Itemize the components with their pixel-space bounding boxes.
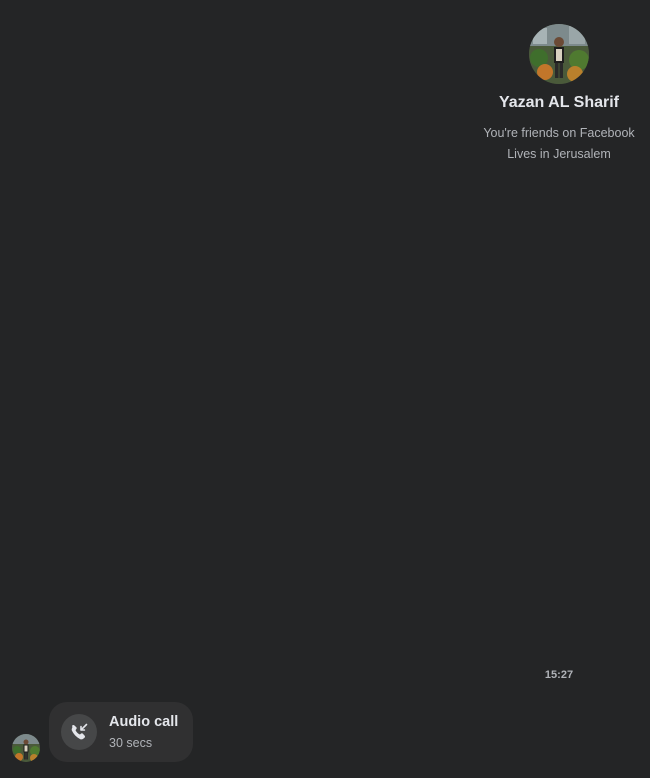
incoming-call-icon [61, 714, 97, 750]
contact-name[interactable]: Yazan AL Sharif [469, 92, 649, 114]
sender-avatar[interactable] [12, 734, 40, 762]
chat-window: Yazan AL Sharif You're friends on Facebo… [0, 0, 650, 778]
call-duration: 30 secs [109, 736, 153, 750]
profile-avatar[interactable] [529, 24, 589, 84]
call-title: Audio call [109, 714, 179, 730]
friendship-status: You're friends on Facebook [483, 126, 635, 140]
message-timestamp: 15:27 [544, 669, 574, 681]
contact-profile-header: Yazan AL Sharif You're friends on Facebo… [469, 24, 649, 165]
audio-call-message[interactable]: Audio call 30 secs [49, 702, 193, 762]
contact-location: Lives in Jerusalem [507, 147, 611, 161]
